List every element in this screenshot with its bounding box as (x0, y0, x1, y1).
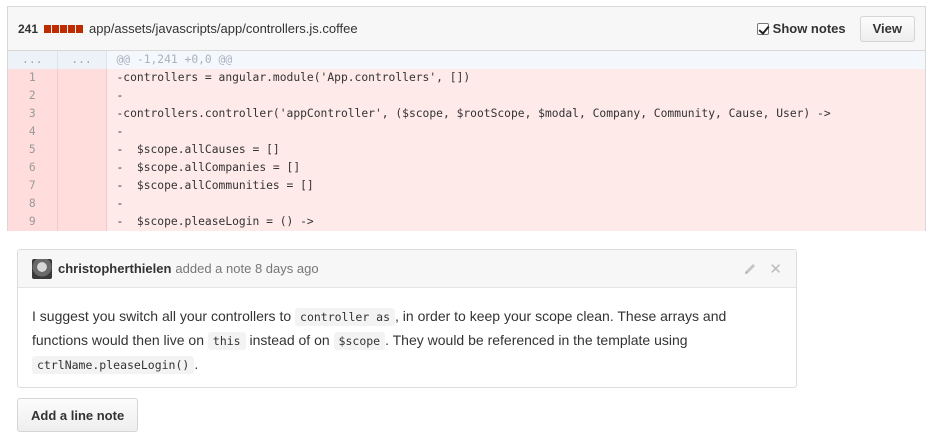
code-line: - $scope.allCompanies = [] (106, 159, 925, 177)
diff-line: 5 - $scope.allCauses = [] (8, 141, 925, 159)
new-line-number[interactable] (57, 159, 107, 177)
diff-line: 1 -controllers = angular.module('App.con… (8, 69, 925, 87)
code-line: - (106, 195, 925, 213)
hunk-header-row: ... ... @@ -1,241 +0,0 @@ (8, 51, 925, 69)
new-line-number[interactable]: ... (57, 51, 107, 69)
note-timestamp: added a note 8 days ago (175, 261, 319, 276)
diff-line: 8 - (8, 195, 925, 213)
line-note: christopherthielen added a note 8 days a… (17, 249, 797, 388)
diff-line: 4 - (8, 123, 925, 141)
old-line-number[interactable]: 6 (8, 159, 58, 177)
note-body: I suggest you switch all your controller… (18, 288, 796, 394)
avatar[interactable] (32, 258, 52, 279)
inline-code: controller as (295, 308, 396, 326)
old-line-number[interactable]: 4 (8, 123, 58, 141)
old-line-number[interactable]: ... (8, 51, 58, 69)
note-actions: ✕ (743, 260, 782, 278)
diffstat-block (76, 24, 84, 33)
note-text: . They would be referenced in the templa… (385, 332, 688, 348)
code-line: - (106, 87, 925, 105)
new-line-number[interactable] (57, 177, 107, 195)
note-text: . (194, 356, 199, 372)
old-line-number[interactable]: 3 (8, 105, 58, 123)
new-line-number[interactable] (57, 105, 107, 123)
note-header: christopherthielen added a note 8 days a… (18, 250, 796, 288)
note-text: instead of on (245, 332, 334, 348)
file-actions: Show notes View (756, 15, 915, 42)
new-line-number[interactable] (57, 87, 107, 105)
old-line-number[interactable]: 2 (8, 87, 58, 105)
new-line-number[interactable] (57, 141, 107, 159)
file-header: 241 app/assets/javascripts/app/controlle… (8, 7, 925, 51)
show-notes-label: Show notes (772, 21, 846, 36)
diff-line: 7 - $scope.allCommunities = [] (8, 177, 925, 195)
code-line: - $scope.pleaseLogin = () -> (106, 213, 925, 231)
close-icon[interactable]: ✕ (769, 260, 782, 278)
diffstat-block (52, 24, 60, 33)
new-line-number[interactable] (57, 69, 107, 87)
diff-table: ... ... @@ -1,241 +0,0 @@ 1 -controllers… (8, 51, 925, 231)
diffstat-bar (44, 24, 84, 33)
show-notes-toggle[interactable]: Show notes (756, 21, 846, 36)
new-line-number[interactable] (57, 195, 107, 213)
new-line-number[interactable] (57, 213, 107, 231)
hunk-header: @@ -1,241 +0,0 @@ (106, 51, 925, 69)
inline-code: this (207, 332, 246, 350)
code-line: -controllers.controller('appController',… (106, 105, 925, 123)
pencil-icon[interactable] (743, 262, 757, 276)
diff-line: 9 - $scope.pleaseLogin = () -> (8, 213, 925, 231)
note-author[interactable]: christopherthielen (58, 261, 171, 276)
diffstat-block (60, 24, 68, 33)
old-line-number[interactable]: 8 (8, 195, 58, 213)
code-line: -controllers = angular.module('App.contr… (106, 69, 925, 87)
inline-code: ctrlName.pleaseLogin() (32, 356, 195, 374)
show-notes-checkbox[interactable] (756, 22, 769, 35)
diffstat-count: 241 (18, 21, 39, 36)
view-file-button[interactable]: View (859, 15, 915, 42)
diff-line: 2 - (8, 87, 925, 105)
new-line-number[interactable] (57, 123, 107, 141)
diffstat-block (68, 24, 76, 33)
diff-line: 6 - $scope.allCompanies = [] (8, 159, 925, 177)
code-line: - $scope.allCauses = [] (106, 141, 925, 159)
file-diff: 241 app/assets/javascripts/app/controlle… (7, 6, 926, 231)
diff-line: 3 -controllers.controller('appController… (8, 105, 925, 123)
note-text: I suggest you switch all your controller… (32, 308, 296, 324)
old-line-number[interactable]: 7 (8, 177, 58, 195)
diffstat-block (44, 24, 52, 33)
old-line-number[interactable]: 1 (8, 69, 58, 87)
add-line-note-button[interactable]: Add a line note (17, 398, 139, 432)
old-line-number[interactable]: 9 (8, 213, 58, 231)
code-line: - (106, 123, 925, 141)
old-line-number[interactable]: 5 (8, 141, 58, 159)
code-line: - $scope.allCommunities = [] (106, 177, 925, 195)
inline-code: $scope (333, 332, 386, 350)
file-path[interactable]: app/assets/javascripts/app/controllers.j… (89, 21, 358, 36)
